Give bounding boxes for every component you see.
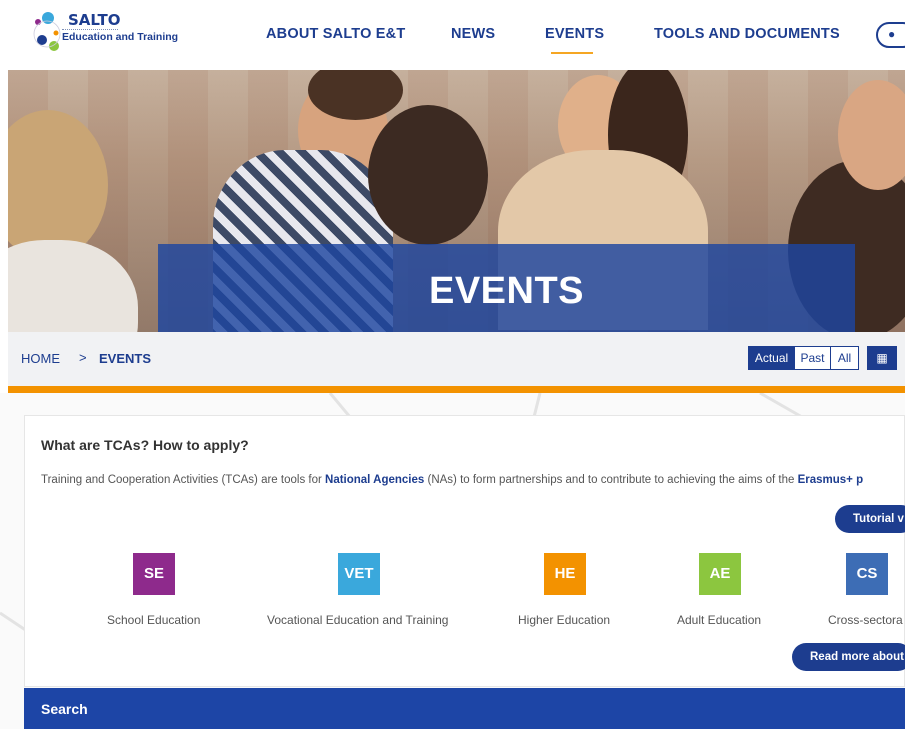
sector-se-icon[interactable]: SE <box>133 553 175 595</box>
sector-cs-icon[interactable]: CS <box>846 553 888 595</box>
read-more-button[interactable]: Read more about <box>792 643 905 671</box>
grid-icon: ▦ <box>876 351 888 365</box>
grid-view-button[interactable]: ▦ <box>867 346 897 370</box>
site-header: SALTO Education and Training ABOUT SALTO… <box>0 0 905 70</box>
sector-vet-label[interactable]: Vocational Education and Training <box>267 613 448 627</box>
logo-name: SALTO <box>68 11 121 29</box>
page-title: EVENTS <box>428 270 585 312</box>
filter-all-button[interactable]: All <box>831 346 859 370</box>
breadcrumb-separator-icon: > <box>79 350 87 365</box>
sector-cs-label[interactable]: Cross-sectora <box>828 613 903 627</box>
filter-past-button[interactable]: Past <box>795 346 831 370</box>
salto-logo[interactable]: SALTO Education and Training <box>32 9 182 61</box>
national-agencies-link[interactable]: National Agencies <box>325 474 424 486</box>
sector-vet-icon[interactable]: VET <box>338 553 380 595</box>
breadcrumb-bar: HOME > EVENTS Actual Past All ▦ <box>8 332 905 386</box>
accent-divider <box>8 386 905 393</box>
user-icon: ● <box>888 27 896 41</box>
nav-tools-documents[interactable]: TOOLS AND DOCUMENTS <box>654 26 840 42</box>
breadcrumb-home[interactable]: HOME <box>21 351 60 366</box>
tca-title: What are TCAs? How to apply? <box>41 437 249 453</box>
erasmus-link[interactable]: Erasmus+ p <box>798 474 864 486</box>
tca-text-part: Training and Cooperation Activities (TCA… <box>41 474 326 486</box>
search-panel-header[interactable]: Search <box>24 688 905 729</box>
filter-actual-button[interactable]: Actual <box>748 346 795 370</box>
hero-banner: EVENTS <box>8 70 905 332</box>
tca-description: Training and Cooperation Activities (TCA… <box>41 474 863 486</box>
tca-info-card: What are TCAs? How to apply? Training an… <box>24 415 905 687</box>
sector-he-label[interactable]: Higher Education <box>518 613 610 627</box>
nav-news[interactable]: NEWS <box>451 26 495 42</box>
logo-divider <box>62 29 118 30</box>
sector-ae-icon[interactable]: AE <box>699 553 741 595</box>
hero-title-band: EVENTS <box>158 244 855 332</box>
sector-se-label[interactable]: School Education <box>107 613 200 627</box>
nav-events[interactable]: EVENTS <box>545 26 604 42</box>
nav-active-indicator <box>551 52 593 54</box>
sector-he-icon[interactable]: HE <box>544 553 586 595</box>
tutorial-video-button[interactable]: Tutorial v <box>835 505 905 533</box>
logo-dots-icon <box>33 12 61 51</box>
search-title: Search <box>41 701 88 717</box>
tca-text-part-2: (NAs) to form partnerships and to contri… <box>424 474 798 486</box>
sector-ae-label[interactable]: Adult Education <box>677 613 761 627</box>
photo-person-back <box>368 105 488 245</box>
user-account-button[interactable]: ● <box>876 22 905 48</box>
nav-about[interactable]: ABOUT SALTO E&T <box>266 26 405 42</box>
logo-subtitle: Education and Training <box>62 31 179 43</box>
breadcrumb-current: EVENTS <box>99 351 152 366</box>
